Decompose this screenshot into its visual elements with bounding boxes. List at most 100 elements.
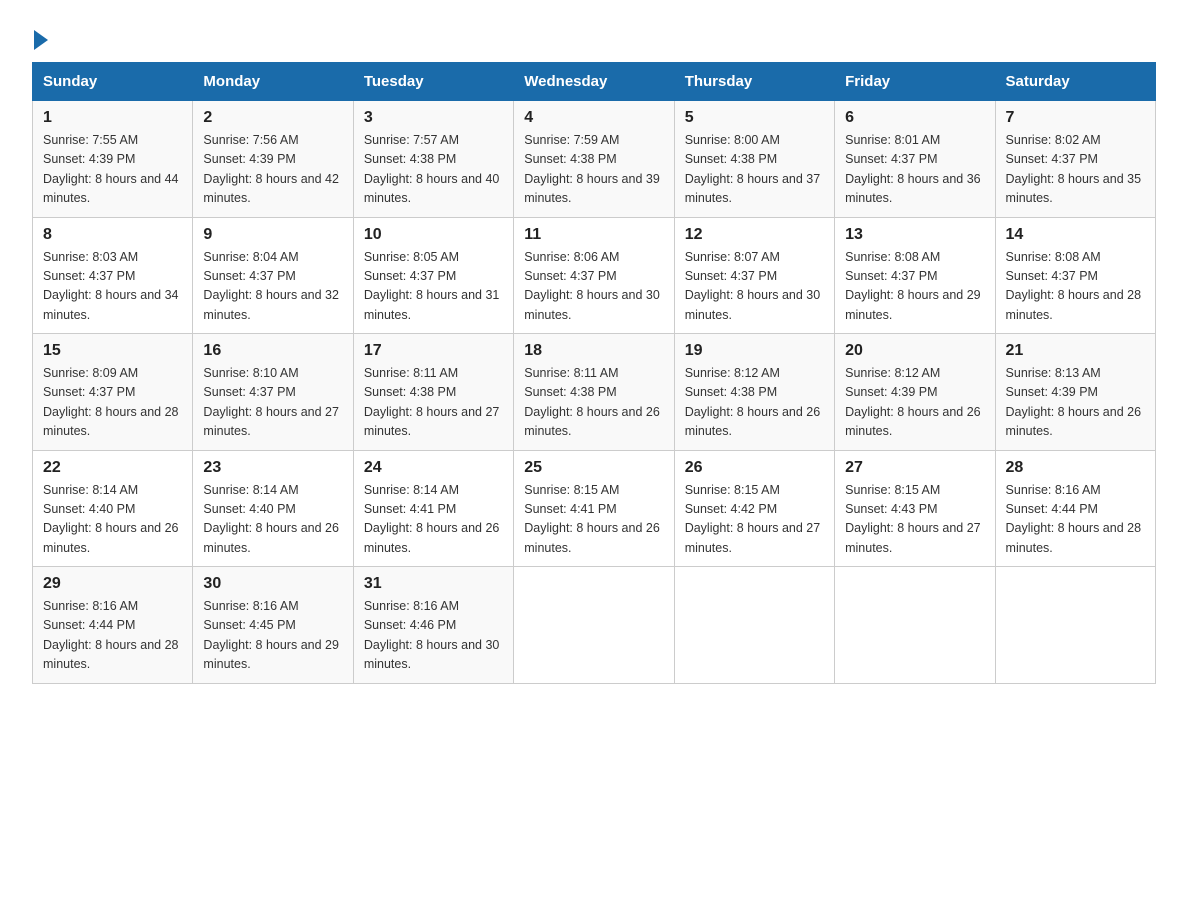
day-info: Sunrise: 8:12 AMSunset: 4:38 PMDaylight:… [685,364,824,442]
day-number: 6 [845,109,984,127]
day-info: Sunrise: 7:56 AMSunset: 4:39 PMDaylight:… [203,131,342,209]
day-info: Sunrise: 8:08 AMSunset: 4:37 PMDaylight:… [845,248,984,326]
day-info: Sunrise: 8:07 AMSunset: 4:37 PMDaylight:… [685,248,824,326]
calendar-cell: 10Sunrise: 8:05 AMSunset: 4:37 PMDayligh… [353,217,513,334]
header-sunday: Sunday [33,63,193,101]
day-number: 16 [203,342,342,360]
calendar-cell: 25Sunrise: 8:15 AMSunset: 4:41 PMDayligh… [514,450,674,567]
calendar-cell: 12 Sunrise: 8:07 AMSunset: 4:37 PMDayligh… [674,217,834,334]
calendar-cell: 11 Sunrise: 8:06 AMSunset: 4:37 PMDayligh… [514,217,674,334]
header-friday: Friday [835,63,995,101]
day-info: Sunrise: 8:16 AMSunset: 4:46 PMDaylight:… [364,597,503,675]
logo [32,28,48,46]
header-saturday: Saturday [995,63,1155,101]
day-number: 26 [685,459,824,477]
day-info: Sunrise: 8:11 AMSunset: 4:38 PMDaylight:… [524,364,663,442]
day-info: Sunrise: 8:09 AMSunset: 4:37 PMDaylight:… [43,364,182,442]
day-number: 3 [364,109,503,127]
day-info: Sunrise: 8:16 AMSunset: 4:44 PMDaylight:… [43,597,182,675]
day-info: Sunrise: 8:12 AMSunset: 4:39 PMDaylight:… [845,364,984,442]
day-number: 27 [845,459,984,477]
day-number: 13 [845,226,984,244]
calendar-cell: 2 Sunrise: 7:56 AMSunset: 4:39 PMDaylight… [193,101,353,218]
day-number: 15 [43,342,182,360]
day-info: Sunrise: 8:06 AMSunset: 4:37 PMDaylight:… [524,248,663,326]
day-info: Sunrise: 8:15 AMSunset: 4:43 PMDaylight:… [845,481,984,559]
day-number: 29 [43,575,182,593]
day-info: Sunrise: 8:11 AMSunset: 4:38 PMDaylight:… [364,364,503,442]
calendar-cell: 9Sunrise: 8:04 AMSunset: 4:37 PMDaylight… [193,217,353,334]
day-number: 10 [364,226,503,244]
calendar-cell: 30 Sunrise: 8:16 AMSunset: 4:45 PMDayligh… [193,567,353,684]
calendar-cell: 16Sunrise: 8:10 AMSunset: 4:37 PMDayligh… [193,334,353,451]
day-info: Sunrise: 8:15 AMSunset: 4:41 PMDaylight:… [524,481,663,559]
day-number: 4 [524,109,663,127]
header-thursday: Thursday [674,63,834,101]
day-info: Sunrise: 8:01 AMSunset: 4:37 PMDaylight:… [845,131,984,209]
calendar-cell: 3 Sunrise: 7:57 AMSunset: 4:38 PMDaylight… [353,101,513,218]
day-number: 20 [845,342,984,360]
day-info: Sunrise: 8:16 AMSunset: 4:44 PMDaylight:… [1006,481,1145,559]
day-number: 1 [43,109,182,127]
calendar-cell: 5 Sunrise: 8:00 AMSunset: 4:38 PMDaylight… [674,101,834,218]
day-info: Sunrise: 7:57 AMSunset: 4:38 PMDaylight:… [364,131,503,209]
day-number: 11 [524,226,663,244]
day-number: 31 [364,575,503,593]
logo-arrow-icon [34,30,48,50]
calendar-cell [674,567,834,684]
day-number: 24 [364,459,503,477]
day-info: Sunrise: 8:13 AMSunset: 4:39 PMDaylight:… [1006,364,1145,442]
day-number: 19 [685,342,824,360]
day-info: Sunrise: 7:55 AMSunset: 4:39 PMDaylight:… [43,131,182,209]
day-info: Sunrise: 8:14 AMSunset: 4:40 PMDaylight:… [43,481,182,559]
calendar-cell: 1 Sunrise: 7:55 AMSunset: 4:39 PMDaylight… [33,101,193,218]
day-number: 17 [364,342,503,360]
calendar-cell: 28 Sunrise: 8:16 AMSunset: 4:44 PMDayligh… [995,450,1155,567]
day-number: 30 [203,575,342,593]
week-row-2: 8 Sunrise: 8:03 AMSunset: 4:37 PMDaylight… [33,217,1156,334]
week-row-4: 22Sunrise: 8:14 AMSunset: 4:40 PMDayligh… [33,450,1156,567]
header-wednesday: Wednesday [514,63,674,101]
calendar-cell: 21 Sunrise: 8:13 AMSunset: 4:39 PMDayligh… [995,334,1155,451]
day-number: 21 [1006,342,1145,360]
day-number: 8 [43,226,182,244]
calendar-cell: 7 Sunrise: 8:02 AMSunset: 4:37 PMDaylight… [995,101,1155,218]
day-number: 14 [1006,226,1145,244]
calendar-cell [995,567,1155,684]
day-info: Sunrise: 8:00 AMSunset: 4:38 PMDaylight:… [685,131,824,209]
calendar-cell: 14 Sunrise: 8:08 AMSunset: 4:37 PMDayligh… [995,217,1155,334]
day-number: 28 [1006,459,1145,477]
calendar-table: SundayMondayTuesdayWednesdayThursdayFrid… [32,62,1156,684]
calendar-cell [835,567,995,684]
day-info: Sunrise: 8:08 AMSunset: 4:37 PMDaylight:… [1006,248,1145,326]
day-info: Sunrise: 8:02 AMSunset: 4:37 PMDaylight:… [1006,131,1145,209]
day-info: Sunrise: 8:14 AMSunset: 4:40 PMDaylight:… [203,481,342,559]
calendar-cell: 13 Sunrise: 8:08 AMSunset: 4:37 PMDayligh… [835,217,995,334]
day-number: 5 [685,109,824,127]
calendar-cell: 18 Sunrise: 8:11 AMSunset: 4:38 PMDayligh… [514,334,674,451]
day-number: 7 [1006,109,1145,127]
calendar-cell: 22Sunrise: 8:14 AMSunset: 4:40 PMDayligh… [33,450,193,567]
day-info: Sunrise: 8:14 AMSunset: 4:41 PMDaylight:… [364,481,503,559]
day-info: Sunrise: 8:16 AMSunset: 4:45 PMDaylight:… [203,597,342,675]
day-number: 23 [203,459,342,477]
day-number: 2 [203,109,342,127]
header-monday: Monday [193,63,353,101]
week-row-5: 29 Sunrise: 8:16 AMSunset: 4:44 PMDayligh… [33,567,1156,684]
day-info: Sunrise: 8:04 AMSunset: 4:37 PMDaylight:… [203,248,342,326]
calendar-cell: 15 Sunrise: 8:09 AMSunset: 4:37 PMDayligh… [33,334,193,451]
day-number: 12 [685,226,824,244]
day-number: 18 [524,342,663,360]
calendar-cell: 19 Sunrise: 8:12 AMSunset: 4:38 PMDayligh… [674,334,834,451]
calendar-cell [514,567,674,684]
day-info: Sunrise: 8:03 AMSunset: 4:37 PMDaylight:… [43,248,182,326]
calendar-cell: 26Sunrise: 8:15 AMSunset: 4:42 PMDayligh… [674,450,834,567]
week-row-1: 1 Sunrise: 7:55 AMSunset: 4:39 PMDaylight… [33,101,1156,218]
week-row-3: 15 Sunrise: 8:09 AMSunset: 4:37 PMDayligh… [33,334,1156,451]
calendar-cell: 23 Sunrise: 8:14 AMSunset: 4:40 PMDayligh… [193,450,353,567]
calendar-cell: 29 Sunrise: 8:16 AMSunset: 4:44 PMDayligh… [33,567,193,684]
calendar-cell: 17 Sunrise: 8:11 AMSunset: 4:38 PMDayligh… [353,334,513,451]
calendar-cell: 4 Sunrise: 7:59 AMSunset: 4:38 PMDaylight… [514,101,674,218]
calendar-cell: 27 Sunrise: 8:15 AMSunset: 4:43 PMDayligh… [835,450,995,567]
day-info: Sunrise: 7:59 AMSunset: 4:38 PMDaylight:… [524,131,663,209]
